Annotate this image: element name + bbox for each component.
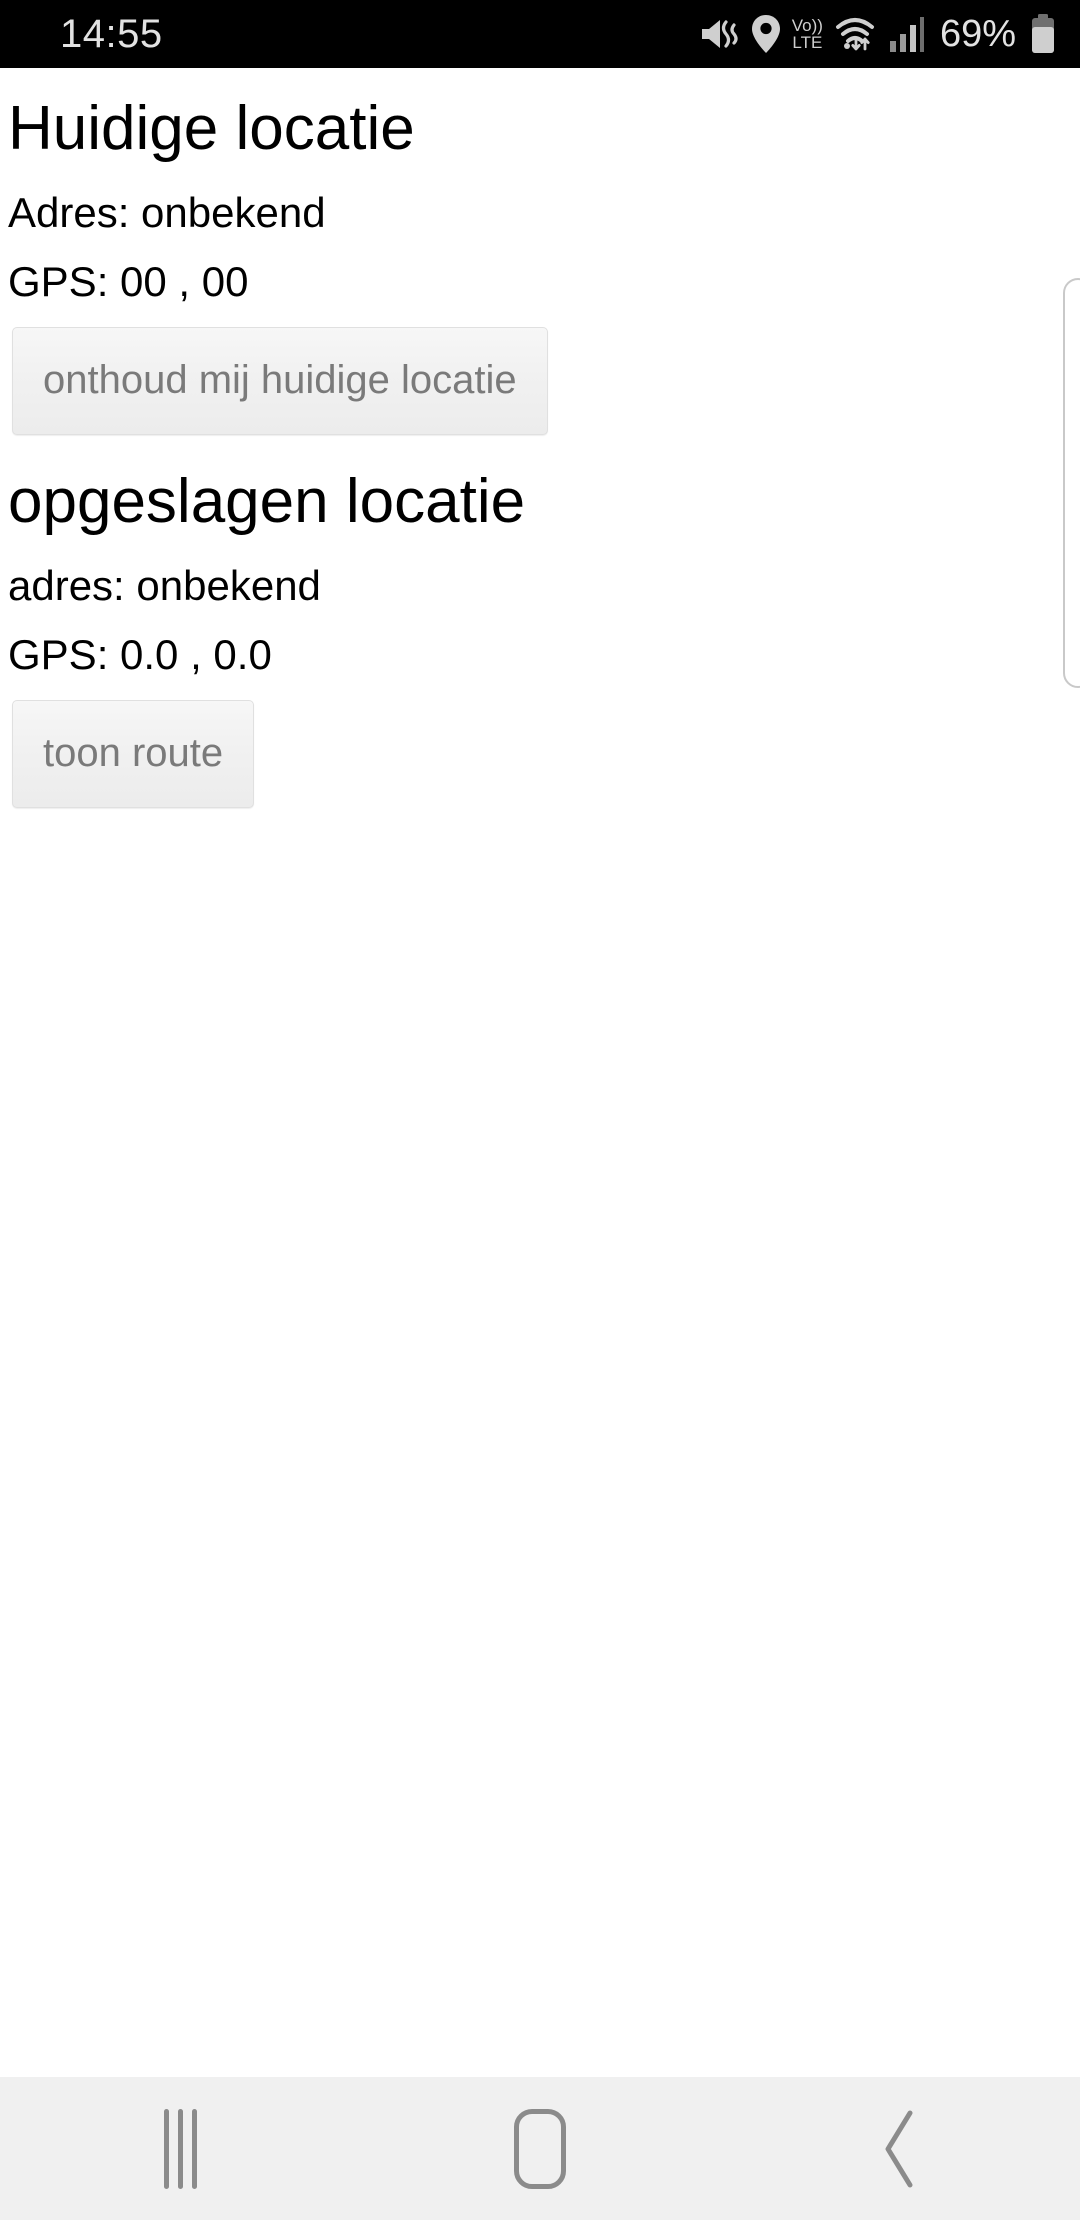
mute-vibrate-icon (700, 15, 740, 53)
current-location-gps: GPS: 00 , 00 (8, 258, 249, 306)
battery-icon (1030, 14, 1056, 54)
volte-icon: Vo)) LTE (792, 17, 823, 51)
saved-location-address: adres: onbekend (8, 562, 321, 610)
home-icon (514, 2108, 566, 2189)
volte-bottom-text: LTE (792, 33, 823, 52)
recents-icon (163, 2108, 197, 2189)
saved-location-gps: GPS: 0.0 , 0.0 (8, 631, 272, 679)
battery-percent-label: 69% (939, 13, 1016, 55)
recents-button[interactable] (50, 2077, 310, 2220)
home-button[interactable] (410, 2077, 670, 2220)
current-location-address: Adres: onbekend (8, 189, 326, 237)
vertical-scrollbar[interactable] (1063, 278, 1080, 688)
status-bar: 14:55 Vo)) LTE 69% (0, 0, 1080, 68)
saved-location-heading: opgeslagen locatie (8, 467, 526, 537)
volte-top-text: Vo)) (791, 16, 823, 35)
show-route-button[interactable]: toon route (12, 700, 255, 809)
main-content: Huidige locatie Adres: onbekend GPS: 00 … (0, 68, 1080, 2077)
phone-screen: 14:55 Vo)) LTE 69% Huidige locatie Adres… (0, 0, 1080, 2220)
location-pin-icon (751, 14, 781, 54)
signal-bars-icon (889, 15, 925, 53)
current-location-heading: Huidige locatie (8, 94, 415, 163)
status-clock: 14:55 (60, 12, 163, 56)
back-button[interactable] (770, 2077, 1030, 2220)
navigation-bar (0, 2077, 1080, 2220)
back-chevron-icon (876, 2107, 924, 2191)
wifi-icon (834, 15, 878, 53)
save-current-location-button[interactable]: onthoud mij huidige locatie (12, 327, 548, 436)
status-icons: Vo)) LTE 69% (700, 14, 1056, 54)
